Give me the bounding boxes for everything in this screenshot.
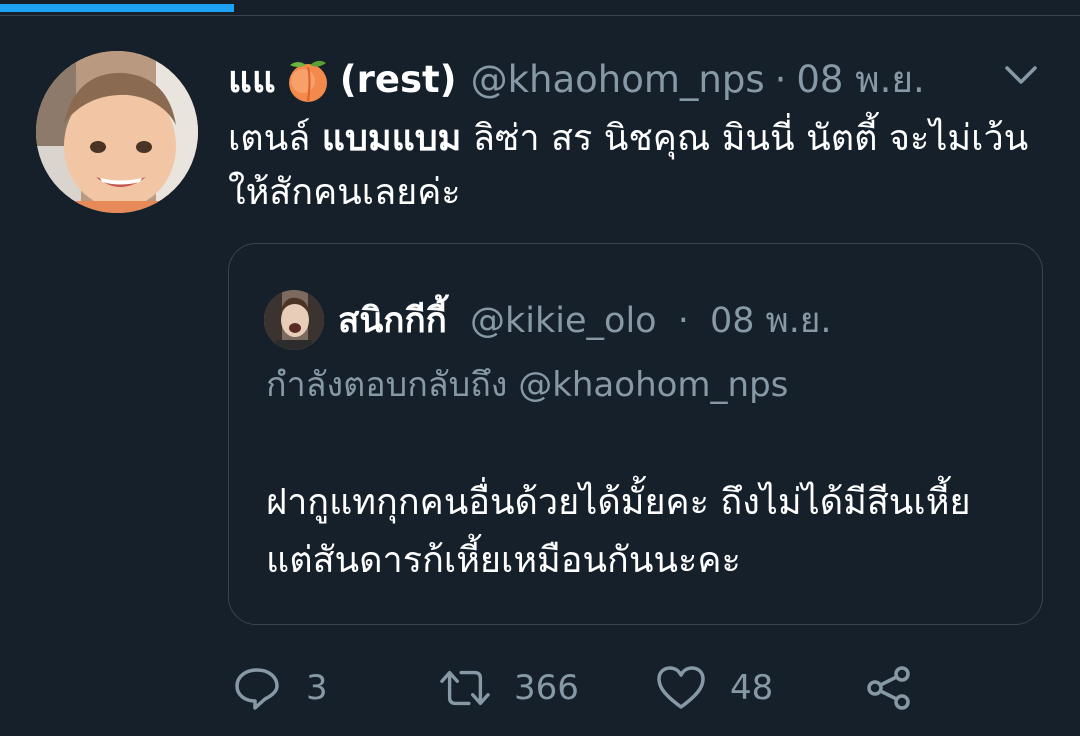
quoted-author-handle[interactable]: @kikie_olo <box>470 301 657 341</box>
like-button[interactable]: 48 <box>656 660 773 716</box>
tweet-timestamp[interactable]: 08 พ.ย. <box>796 52 924 108</box>
like-count: 48 <box>730 668 774 708</box>
quoted-header-separator: · <box>677 301 689 341</box>
quoted-author-avatar[interactable] <box>264 290 324 350</box>
top-loading-progress-bar <box>0 4 235 12</box>
share-button[interactable] <box>864 660 914 716</box>
top-loading-track <box>0 0 1080 16</box>
author-handle[interactable]: @khaohom_nps <box>471 52 765 108</box>
tweet-action-bar: 3 366 48 <box>232 660 952 716</box>
share-icon <box>864 663 914 713</box>
reply-count: 3 <box>306 668 328 708</box>
quoted-author-photo-image <box>264 290 324 350</box>
retweet-icon <box>440 663 490 713</box>
baby-photo-image <box>36 51 198 213</box>
author-avatar[interactable] <box>36 51 198 213</box>
quoted-tweet-header: สนิกกีกี้ @kikie_olo · 08 พ.ย. <box>338 294 832 348</box>
tweet-text-part: เตนล์ <box>228 118 322 159</box>
reply-icon <box>232 663 282 713</box>
tweet-detail-screen: แแ (rest) @khaohom_nps · 08 พ.ย. เตนล์ แ… <box>0 0 1080 736</box>
author-display-name[interactable]: แแ <box>228 52 276 108</box>
quoted-author-display-name[interactable]: สนิกกีกี้ <box>338 301 447 341</box>
retweet-count: 366 <box>514 668 579 708</box>
author-display-name-suffix[interactable]: (rest) <box>340 52 457 108</box>
tweet-menu-button[interactable] <box>996 58 1046 92</box>
retweet-button[interactable]: 366 <box>440 660 579 716</box>
quoted-tweet-timestamp: 08 พ.ย. <box>710 301 832 341</box>
quoted-tweet-text: ฝากูแทกุกคนอื่นด้วยได้มั้ยคะ ถึงไม่ได้มี… <box>266 482 971 581</box>
reply-button[interactable]: 3 <box>232 660 328 716</box>
tweet-text-bold: แบมแบม <box>321 118 462 159</box>
quoted-replying-to-text: กำลังตอบกลับถึง @khaohom_nps <box>266 365 789 405</box>
chevron-down-icon <box>1005 66 1037 84</box>
tweet-text: เตนล์ แบมแบม ลิซ่า สร นิชคุณ มินนี่ นัตต… <box>228 112 1058 220</box>
heart-icon <box>656 663 706 713</box>
header-separator: · <box>774 58 787 101</box>
tweet-header: แแ (rest) @khaohom_nps · 08 พ.ย. <box>228 52 1028 108</box>
peach-emoji-icon <box>284 57 332 103</box>
